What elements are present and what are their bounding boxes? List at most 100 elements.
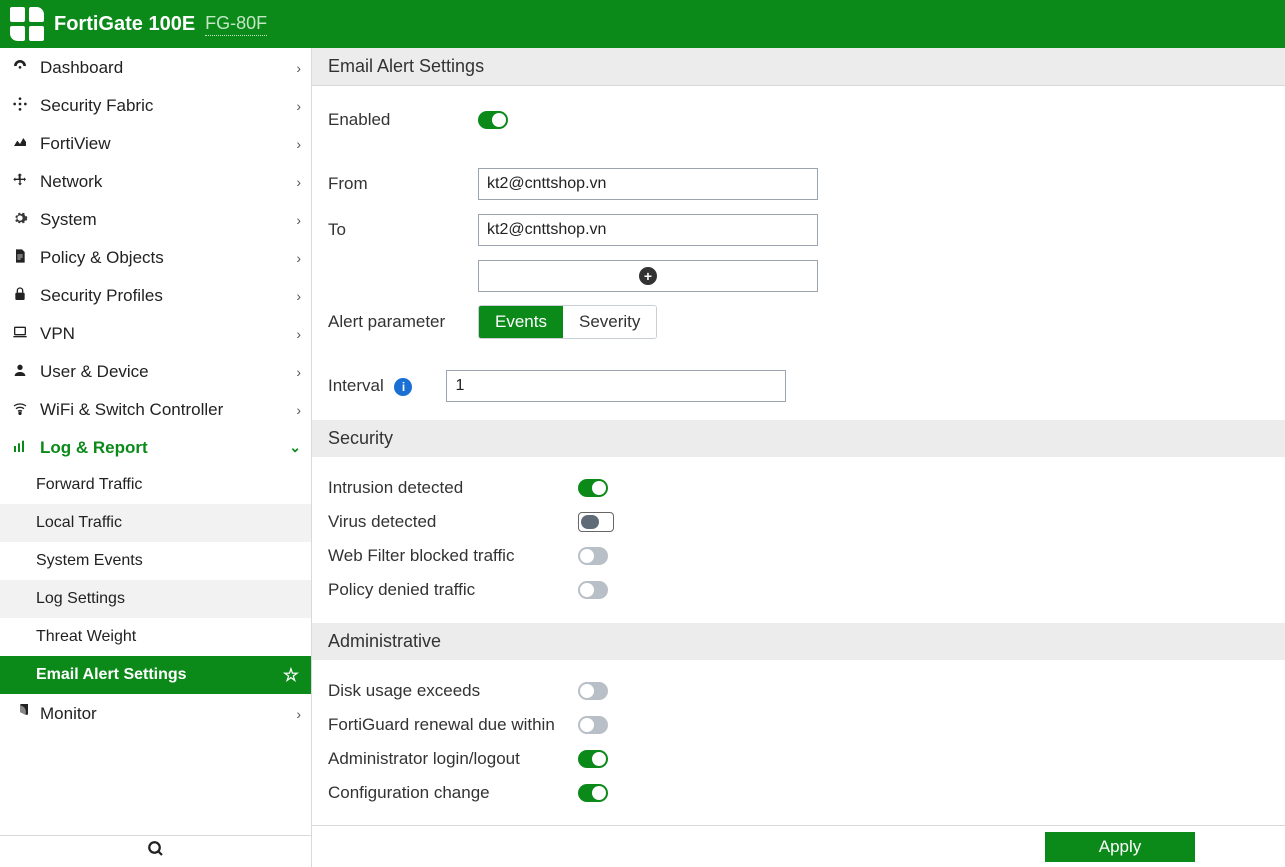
- sidebar-item-label: VPN: [40, 324, 286, 344]
- lock-icon: [10, 286, 30, 306]
- sidebar-subitem-forward-traffic[interactable]: Forward Traffic: [0, 466, 311, 504]
- alert-param-option-severity[interactable]: Severity: [563, 306, 656, 338]
- apply-button[interactable]: Apply: [1045, 832, 1195, 862]
- admin-configuration-change-label: Configuration change: [328, 783, 578, 803]
- info-icon[interactable]: i: [394, 378, 412, 396]
- chevron-right-icon: ›: [296, 402, 301, 418]
- chevron-right-icon: ›: [296, 174, 301, 190]
- pie-icon: [10, 704, 30, 724]
- sidebar-subitem-threat-weight[interactable]: Threat Weight: [0, 618, 311, 656]
- interval-input[interactable]: [446, 370, 786, 402]
- sidebar-subitem-email-alert-settings[interactable]: Email Alert Settings ☆: [0, 656, 311, 694]
- bars-icon: [10, 438, 30, 458]
- sidebar-item-label: WiFi & Switch Controller: [40, 400, 286, 420]
- to-label: To: [328, 220, 478, 240]
- admin-configuration-change-toggle[interactable]: [578, 784, 608, 802]
- sidebar-item-policy-objects[interactable]: Policy & Objects ›: [0, 238, 311, 276]
- sidebar-item-monitor[interactable]: Monitor ›: [0, 694, 311, 732]
- dashboard-icon: [10, 58, 30, 78]
- move-icon: [10, 172, 30, 192]
- admin-administrator-login-logout-toggle[interactable]: [578, 750, 608, 768]
- security-web-filter-blocked-traffic-toggle[interactable]: [578, 547, 608, 565]
- sidebar: Dashboard›Security Fabric›FortiView›Netw…: [0, 48, 312, 867]
- product-name: FortiGate 100E: [54, 13, 195, 36]
- admin-fortiguard-renewal-due-within-label: FortiGuard renewal due within: [328, 715, 578, 735]
- chevron-right-icon: ›: [296, 136, 301, 152]
- enabled-toggle[interactable]: [478, 111, 508, 129]
- sidebar-item-label: Network: [40, 172, 286, 192]
- wifi-icon: [10, 400, 30, 420]
- chevron-right-icon: ›: [296, 98, 301, 114]
- security-intrusion-detected-toggle[interactable]: [578, 479, 608, 497]
- sidebar-item-dashboard[interactable]: Dashboard ›: [0, 48, 311, 86]
- security-intrusion-detected-label: Intrusion detected: [328, 478, 578, 498]
- model-name[interactable]: FG-80F: [205, 13, 267, 36]
- sidebar-subitem-local-traffic[interactable]: Local Traffic: [0, 504, 311, 542]
- sidebar-search[interactable]: [0, 835, 311, 867]
- security-virus-detected-toggle[interactable]: [578, 512, 614, 532]
- admin-section-header: Administrative: [312, 623, 1285, 660]
- security-virus-detected-label: Virus detected: [328, 512, 578, 532]
- sidebar-subitem-log-settings[interactable]: Log Settings: [0, 580, 311, 618]
- sidebar-item-wifi-switch-controller[interactable]: WiFi & Switch Controller ›: [0, 390, 311, 428]
- sidebar-item-label: Security Profiles: [40, 286, 286, 306]
- footer-bar: Apply: [312, 825, 1285, 867]
- area-chart-icon: [10, 134, 30, 154]
- from-input[interactable]: [478, 168, 818, 200]
- sidebar-item-label: Security Fabric: [40, 96, 286, 116]
- user-icon: [10, 362, 30, 382]
- sidebar-subitem-label: Email Alert Settings: [36, 666, 187, 684]
- sidebar-item-label: Monitor: [40, 704, 286, 724]
- content-area: Email Alert Settings Enabled From To +: [312, 48, 1285, 867]
- sidebar-item-label: Log & Report: [40, 438, 279, 458]
- chevron-right-icon: ›: [296, 250, 301, 266]
- sidebar-item-security-profiles[interactable]: Security Profiles ›: [0, 276, 311, 314]
- plus-icon: +: [639, 267, 657, 285]
- alert-param-option-events[interactable]: Events: [479, 306, 563, 338]
- doc-icon: [10, 248, 30, 268]
- gear-icon: [10, 210, 30, 230]
- sidebar-item-fortiview[interactable]: FortiView ›: [0, 124, 311, 162]
- chevron-down-icon: ⌄: [289, 439, 301, 456]
- chevron-right-icon: ›: [296, 706, 301, 722]
- sidebar-item-network[interactable]: Network ›: [0, 162, 311, 200]
- to-input[interactable]: [478, 214, 818, 246]
- sidebar-item-security-fabric[interactable]: Security Fabric ›: [0, 86, 311, 124]
- sidebar-subitem-label: Local Traffic: [36, 514, 122, 532]
- sidebar-item-vpn[interactable]: VPN›: [0, 314, 311, 352]
- interval-label: Interval: [328, 376, 384, 395]
- sidebar-subitem-system-events[interactable]: System Events: [0, 542, 311, 580]
- admin-disk-usage-exceeds-toggle[interactable]: [578, 682, 608, 700]
- chevron-right-icon: ›: [296, 288, 301, 304]
- sidebar-item-label: Policy & Objects: [40, 248, 286, 268]
- sidebar-subitem-label: Threat Weight: [36, 628, 136, 646]
- page-title: Email Alert Settings: [312, 48, 1285, 86]
- search-icon: [147, 840, 165, 863]
- enabled-label: Enabled: [328, 110, 478, 130]
- laptop-icon: [10, 324, 30, 344]
- security-section-header: Security: [312, 420, 1285, 457]
- security-policy-denied-traffic-label: Policy denied traffic: [328, 580, 578, 600]
- fabric-icon: [10, 96, 30, 116]
- chevron-right-icon: ›: [296, 60, 301, 76]
- sidebar-item-user-device[interactable]: User & Device ›: [0, 352, 311, 390]
- brand-logo: [10, 7, 44, 41]
- sidebar-item-system[interactable]: System ›: [0, 200, 311, 238]
- sidebar-subitem-label: Forward Traffic: [36, 476, 142, 494]
- sidebar-item-log-report[interactable]: Log & Report ⌄: [0, 428, 311, 466]
- admin-administrator-login-logout-label: Administrator login/logout: [328, 749, 578, 769]
- chevron-right-icon: ›: [296, 364, 301, 380]
- security-policy-denied-traffic-toggle[interactable]: [578, 581, 608, 599]
- admin-fortiguard-renewal-due-within-toggle[interactable]: [578, 716, 608, 734]
- add-recipient-button[interactable]: +: [478, 260, 818, 292]
- chevron-right-icon: ›: [296, 212, 301, 228]
- star-icon[interactable]: ☆: [283, 665, 299, 686]
- sidebar-item-label: Dashboard: [40, 58, 286, 78]
- top-bar: FortiGate 100E FG-80F: [0, 0, 1285, 48]
- sidebar-item-label: FortiView: [40, 134, 286, 154]
- sidebar-item-label: User & Device: [40, 362, 286, 382]
- from-label: From: [328, 174, 478, 194]
- admin-disk-usage-exceeds-label: Disk usage exceeds: [328, 681, 578, 701]
- sidebar-item-label: System: [40, 210, 286, 230]
- security-web-filter-blocked-traffic-label: Web Filter blocked traffic: [328, 546, 578, 566]
